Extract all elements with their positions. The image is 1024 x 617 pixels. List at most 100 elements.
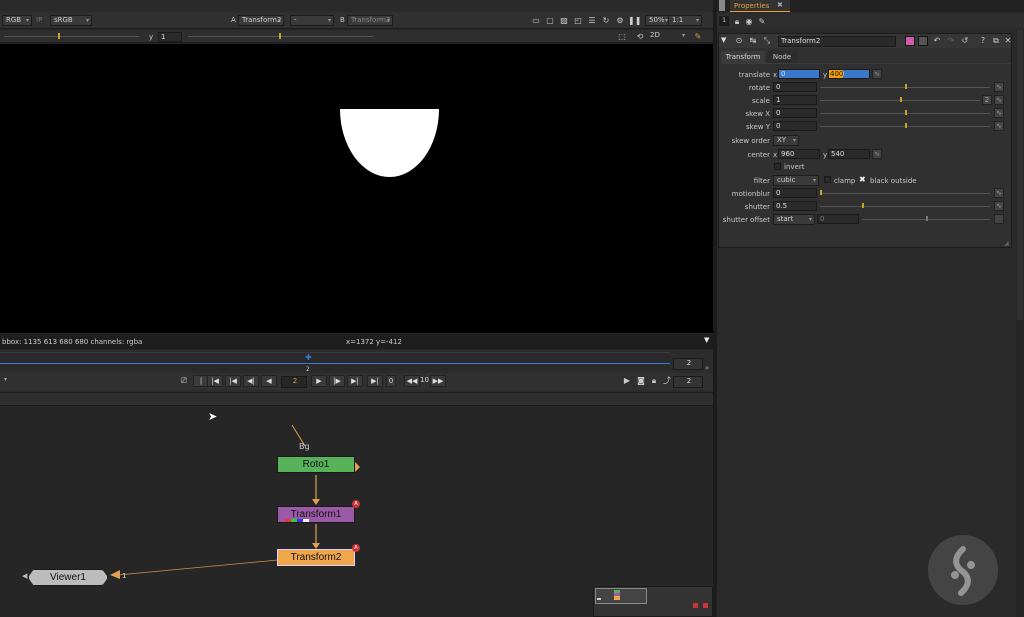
shutter-offset-custom-field[interactable]: 0 xyxy=(817,214,859,224)
properties-tab-close-icon[interactable]: ✖ xyxy=(777,1,783,9)
export-icon[interactable]: ⤴ xyxy=(661,375,673,386)
ip-button[interactable]: IP xyxy=(36,16,42,24)
gain-slider[interactable] xyxy=(4,36,139,37)
shutter-animation-icon[interactable]: ∿ xyxy=(994,201,1004,211)
motionblur-animation-icon[interactable]: ∿ xyxy=(994,188,1004,198)
ratio-dropdown[interactable]: 1:1 xyxy=(668,15,702,26)
node-color-button[interactable] xyxy=(905,36,915,46)
out-point-button[interactable]: 0 xyxy=(386,375,396,387)
node-name-field[interactable]: Transform2 xyxy=(778,36,896,47)
skew-order-dropdown[interactable]: XY xyxy=(773,135,799,146)
range-end-field[interactable]: 2 xyxy=(673,376,703,388)
rotate-slider[interactable] xyxy=(820,84,990,97)
play-backward-button[interactable]: ◀ xyxy=(261,375,277,387)
revert-icon[interactable]: ↺ xyxy=(959,35,971,46)
properties-content-icon[interactable] xyxy=(719,0,725,11)
minimap-viewport[interactable] xyxy=(595,588,647,604)
node-color2-button[interactable] xyxy=(918,36,928,46)
scale-channel-toggle[interactable]: 2 xyxy=(982,95,992,105)
pencil-panel-icon[interactable]: ✎ xyxy=(756,16,768,27)
translate-x-field[interactable]: 0 xyxy=(778,69,820,79)
viewer-canvas[interactable] xyxy=(0,44,713,333)
skip-forward-button[interactable]: ▶▶ xyxy=(430,375,446,387)
gain-slider-knob[interactable] xyxy=(58,33,60,39)
info-bar-arrow-icon[interactable]: ▼ xyxy=(704,336,709,344)
last-frame-button[interactable]: ▶| xyxy=(367,375,383,387)
roi-icon[interactable]: ⬚ xyxy=(616,31,628,42)
skew-x-animation-icon[interactable]: ∿ xyxy=(994,108,1004,118)
prev-keyframe-button[interactable]: |◀ xyxy=(225,375,241,387)
gamma-slider-knob[interactable] xyxy=(279,33,281,39)
skew-x-slider[interactable] xyxy=(820,110,990,123)
tab-transform[interactable]: Transform xyxy=(721,51,765,63)
scale-field[interactable]: 1 xyxy=(773,95,817,105)
end-frame-field[interactable]: 2 xyxy=(673,358,703,370)
roto1-node[interactable]: Roto1 xyxy=(277,456,355,473)
clamp-checkbox[interactable] xyxy=(824,176,831,183)
center-x-field[interactable]: 960 xyxy=(778,149,820,159)
rect-select-icon[interactable]: ▢ xyxy=(544,15,556,26)
camera-icon[interactable]: ◉ xyxy=(743,16,755,27)
playhead-marker[interactable]: ✚ xyxy=(305,354,312,362)
properties-tab[interactable]: Properties ✖ xyxy=(730,0,790,12)
shutter-offset-animation-icon[interactable] xyxy=(994,214,1004,224)
first-frame-button[interactable]: |◀ xyxy=(207,375,223,387)
lock-icon[interactable]: 🔒︎ xyxy=(648,375,660,386)
composite-dropdown[interactable]: - xyxy=(290,15,334,26)
properties-scrollbar-thumb[interactable] xyxy=(1017,30,1023,320)
next-keyframe-button[interactable]: ▶| xyxy=(347,375,363,387)
shutter-offset-dropdown[interactable]: start xyxy=(773,214,815,225)
wipe-icon[interactable]: ▨ xyxy=(558,15,570,26)
skew-y-field[interactable]: 0 xyxy=(773,121,817,131)
pause-icon[interactable]: ❚❚ xyxy=(628,15,641,26)
node-graph-minimap[interactable] xyxy=(593,586,713,617)
viewer1-node[interactable]: Viewer1 xyxy=(28,569,108,586)
undo-icon[interactable]: ↶ xyxy=(931,35,943,46)
fps-icon[interactable]: ⎚ xyxy=(178,375,190,386)
transform-handle-icon[interactable]: ⟲ xyxy=(634,31,646,42)
gear-icon[interactable]: ⚙ xyxy=(614,15,626,26)
max-panels-field[interactable]: 1 xyxy=(719,16,729,26)
render-icon[interactable]: ◙ xyxy=(635,375,647,386)
minimap-expand-icon[interactable] xyxy=(703,603,708,608)
skew-y-animation-icon[interactable]: ∿ xyxy=(994,121,1004,131)
pane-divider[interactable] xyxy=(0,392,713,406)
lock-panel-icon[interactable]: 🔒︎ xyxy=(731,16,743,27)
transform2-node[interactable]: Transform2 xyxy=(277,549,355,566)
overlay-icon[interactable]: ◰ xyxy=(572,15,584,26)
collapse-arrow-icon[interactable]: ▼ xyxy=(721,36,726,44)
colorspace-dropdown[interactable]: sRGB xyxy=(50,15,92,26)
input-a-dropdown[interactable]: Transform2 xyxy=(238,15,284,26)
timeline-track[interactable] xyxy=(0,352,670,371)
flipbook-icon[interactable]: ▶ xyxy=(621,375,633,386)
minimap-close-icon[interactable] xyxy=(693,603,698,608)
input-b-dropdown[interactable]: Transform2 xyxy=(347,15,393,26)
expand-arrows-icon[interactable]: » xyxy=(705,364,709,372)
play-forward-button[interactable]: ▶ xyxy=(311,375,327,387)
scale-slider[interactable] xyxy=(820,97,980,110)
black-outside-checkbox[interactable]: ✖ xyxy=(859,175,866,184)
invert-checkbox[interactable] xyxy=(774,163,781,170)
redo-icon[interactable]: ↷ xyxy=(945,35,957,46)
resize-grip-icon[interactable]: ◢ xyxy=(1004,240,1009,247)
monitor-icon[interactable]: ▭ xyxy=(530,15,542,26)
skew-y-slider[interactable] xyxy=(820,123,990,136)
edit-node-icon[interactable]: ↹ xyxy=(747,35,759,46)
translate-animation-icon[interactable]: ∿ xyxy=(872,69,882,79)
shutter-offset-slider[interactable] xyxy=(862,216,990,229)
next-frame-button[interactable]: |▶ xyxy=(329,375,345,387)
help-icon[interactable]: ? xyxy=(977,35,989,46)
current-frame-field[interactable]: 2 xyxy=(281,376,307,388)
float-icon[interactable]: ⧉ xyxy=(990,35,1002,46)
tab-node[interactable]: Node xyxy=(767,51,797,63)
filter-dropdown[interactable]: cubic xyxy=(773,175,819,186)
pencil-icon[interactable]: ✎ xyxy=(692,31,704,42)
timeline-menu-icon[interactable]: ▾ xyxy=(4,376,7,383)
center-y-field[interactable]: 540 xyxy=(828,149,870,159)
refresh-icon[interactable]: ↻ xyxy=(600,15,612,26)
gamma-field[interactable]: 1 xyxy=(158,32,182,42)
rotate-field[interactable]: 0 xyxy=(773,82,817,92)
view-mode-dropdown[interactable]: 2D xyxy=(647,31,687,42)
node-type-icon[interactable]: ⤡ xyxy=(761,35,773,46)
shutter-field[interactable]: 0.5 xyxy=(773,201,817,211)
